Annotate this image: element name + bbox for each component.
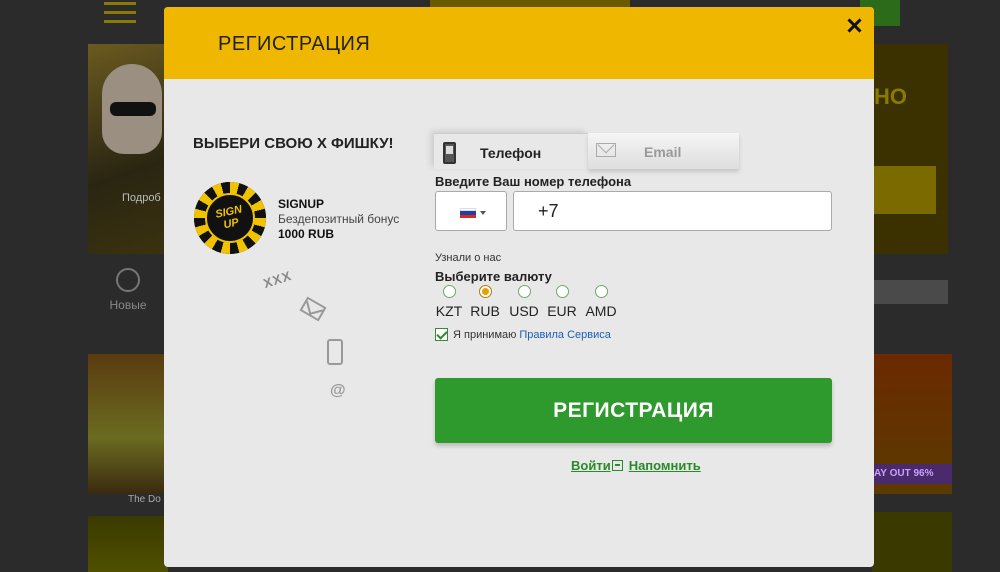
- game-tile: [88, 516, 168, 572]
- chevron-down-icon: [480, 211, 486, 215]
- promo-panel-text: НО: [874, 84, 907, 109]
- currency-option-rub[interactable]: RUB: [470, 285, 500, 319]
- signup-chip[interactable]: SIGN UP: [194, 182, 266, 254]
- promo-panel-button: [872, 166, 936, 214]
- hero-mask: [110, 102, 156, 116]
- currency-code: KZT: [435, 303, 463, 319]
- registration-modal: РЕГИСТРАЦИЯ ВЫБЕРИ СВОЮ Х ФИШКУ! SIGN UP…: [164, 7, 874, 567]
- currency-option-usd[interactable]: USD: [508, 285, 540, 319]
- currency-code: AMD: [585, 303, 617, 319]
- xxx-icon: XXX: [261, 267, 294, 292]
- modal-title: РЕГИСТРАЦИЯ: [218, 33, 371, 55]
- currency-radio[interactable]: [442, 285, 456, 298]
- nav-new-label: Новые: [109, 298, 147, 312]
- currency-label: Выберите валюту: [435, 269, 552, 284]
- tab-email-label: Email: [644, 144, 682, 160]
- phone-input[interactable]: [513, 191, 832, 231]
- promo-description: Бездепозитный бонус: [278, 212, 400, 226]
- promo-code: SIGNUP: [278, 197, 325, 211]
- referral-source-link[interactable]: Узнали о нас: [435, 252, 501, 264]
- game-tile: AY OUT 96%: [872, 354, 952, 494]
- currency-option-amd[interactable]: AMD: [584, 285, 618, 319]
- currency-code: USD: [509, 303, 539, 319]
- agree-text: Я принимаю: [453, 328, 517, 341]
- chip-face: SIGN UP: [205, 193, 255, 243]
- promo-panel: НО: [872, 44, 948, 254]
- promo-amount: 1000 RUB: [278, 227, 335, 241]
- game-tile: [88, 354, 168, 494]
- game-caption: The Do: [128, 494, 161, 505]
- tab-phone-label: Телефон: [480, 145, 542, 161]
- tab-phone[interactable]: Телефон: [434, 133, 588, 169]
- account-links: Войти Напомнить: [571, 458, 701, 473]
- login-link[interactable]: Войти: [571, 458, 611, 473]
- modal-header: РЕГИСТРАЦИЯ: [164, 7, 874, 79]
- payout-badge: AY OUT 96%: [872, 464, 952, 484]
- mail-icon: [596, 143, 616, 157]
- game-tile: [872, 512, 952, 572]
- mobile-phone-icon: [443, 142, 456, 164]
- menu-icon: [104, 2, 136, 24]
- hero-banner: Подроб: [88, 44, 168, 254]
- phone-icon: [327, 339, 343, 365]
- at-sign-icon: @: [330, 382, 346, 399]
- chip-label: SIGN UP: [205, 201, 255, 234]
- envelope-icon: [299, 296, 327, 322]
- login-icon: [611, 460, 623, 471]
- promo-heading: ВЫБЕРИ СВОЮ Х ФИШКУ!: [193, 135, 394, 152]
- terms-agreement: Я принимаю Правила Сервиса: [435, 328, 611, 341]
- currency-code: RUB: [470, 303, 500, 319]
- nav-new: Новые: [108, 268, 148, 312]
- new-games-icon: [116, 268, 140, 292]
- hero-button-label: Подроб: [122, 192, 161, 204]
- currency-radio[interactable]: [594, 285, 608, 298]
- terms-link[interactable]: Правила Сервиса: [519, 329, 611, 341]
- currency-option-kzt[interactable]: KZT: [435, 285, 463, 319]
- currency-radio[interactable]: [517, 285, 531, 298]
- terms-checkbox[interactable]: [435, 328, 448, 341]
- tab-email[interactable]: Email: [588, 133, 739, 169]
- currency-option-eur[interactable]: EUR: [546, 285, 578, 319]
- currency-code: EUR: [547, 303, 577, 319]
- remind-password-link[interactable]: Напомнить: [629, 458, 701, 473]
- currency-radio[interactable]: [555, 285, 569, 298]
- russia-flag-icon: [460, 208, 476, 218]
- currency-radio-selected[interactable]: [478, 285, 492, 298]
- phone-field-label: Введите Ваш номер телефона: [435, 174, 632, 189]
- country-code-select[interactable]: [435, 191, 507, 231]
- search-box: [872, 280, 948, 304]
- close-icon[interactable]: [844, 15, 866, 37]
- register-button[interactable]: РЕГИСТРАЦИЯ: [435, 378, 832, 443]
